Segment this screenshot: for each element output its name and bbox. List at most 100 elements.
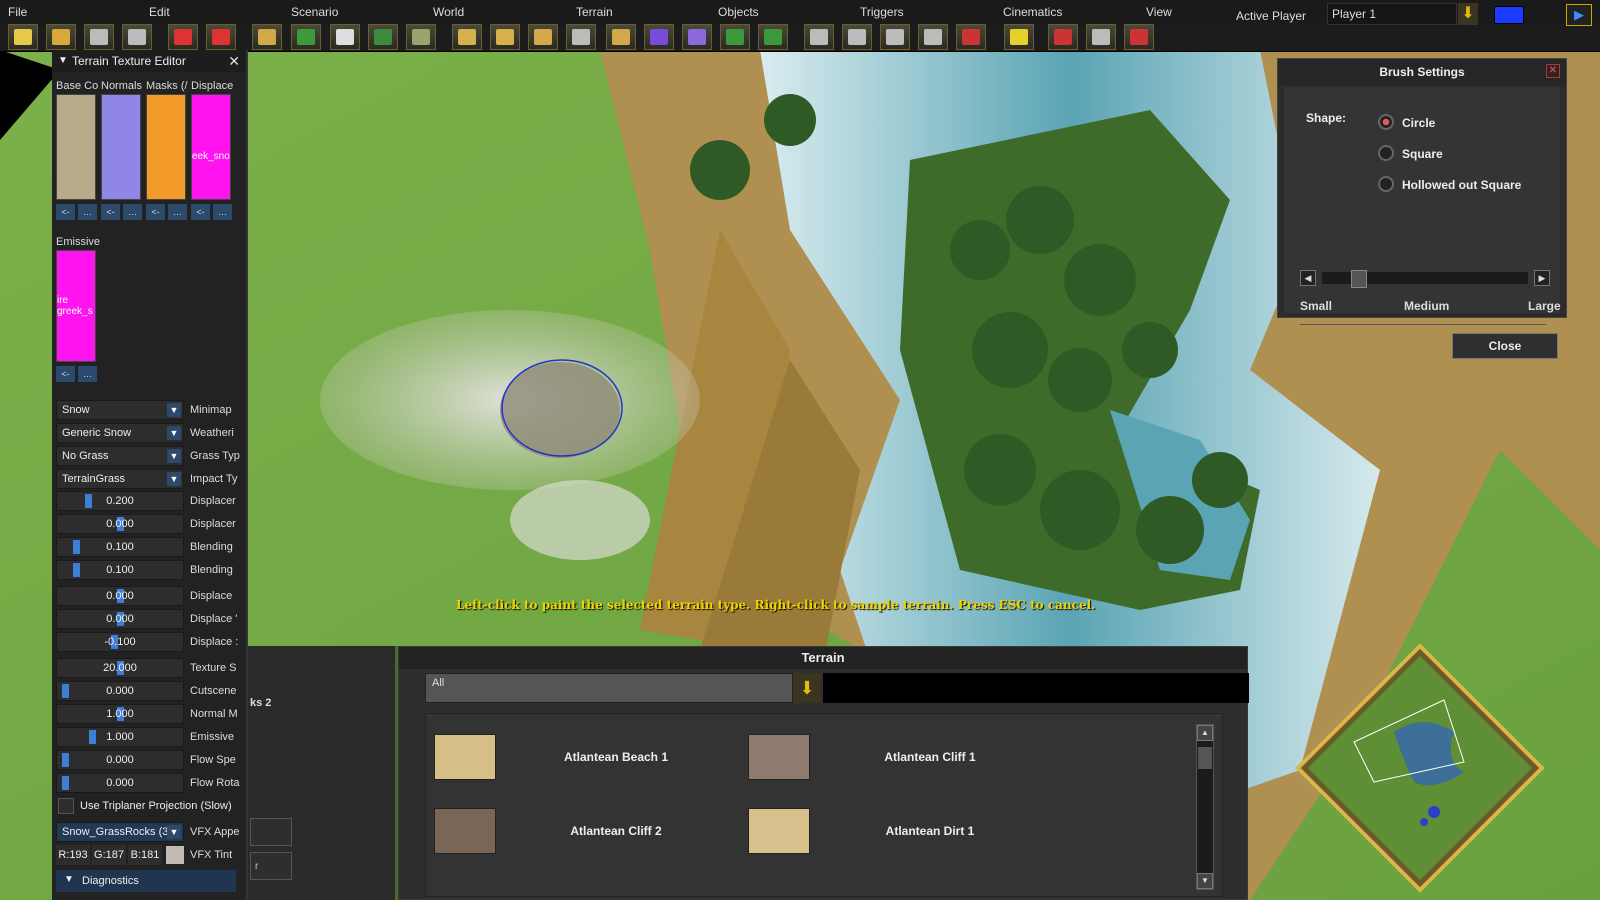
- triplanar-checkbox-row[interactable]: Use Triplaner Projection (Slow): [56, 796, 241, 816]
- terrain-item[interactable]: Atlantean Cliff 1: [740, 730, 1040, 780]
- scroll-up-icon[interactable]: ▲: [1197, 725, 1213, 741]
- raise-terrain-icon[interactable]: [291, 24, 321, 50]
- browse-icon[interactable]: …: [78, 366, 97, 382]
- road-icon[interactable]: [644, 24, 674, 50]
- light-bulb-icon[interactable]: [1004, 24, 1034, 50]
- background-button[interactable]: r: [250, 852, 292, 880]
- property-slider[interactable]: 0.100: [56, 537, 184, 557]
- forest-icon[interactable]: [682, 24, 712, 50]
- flag-icon[interactable]: [1124, 24, 1154, 50]
- property-slider[interactable]: 0.000: [56, 681, 184, 701]
- assign-arrow-icon[interactable]: <-: [56, 204, 75, 220]
- property-slider[interactable]: 1.000: [56, 727, 184, 747]
- new-file-icon[interactable]: [8, 24, 38, 50]
- browse-icon[interactable]: …: [213, 204, 232, 220]
- property-select[interactable]: TerrainGrass ▼: [56, 469, 184, 489]
- player-color-swatch[interactable]: [1494, 6, 1524, 24]
- property-slider[interactable]: 0.100: [56, 560, 184, 580]
- texture-swatch[interactable]: [146, 94, 186, 200]
- assign-arrow-icon[interactable]: <-: [101, 204, 120, 220]
- menu-file[interactable]: File: [8, 0, 27, 22]
- smooth-icon[interactable]: [330, 24, 360, 50]
- tree-icon[interactable]: [758, 24, 788, 50]
- property-select[interactable]: Snow ▼: [56, 400, 184, 420]
- trigger-icon[interactable]: [880, 24, 910, 50]
- menu-scenario[interactable]: Scenario: [291, 0, 338, 22]
- paint-terrain-icon[interactable]: [528, 24, 558, 50]
- menu-world[interactable]: World: [433, 0, 464, 22]
- scroll-thumb[interactable]: [1198, 747, 1212, 769]
- texture-swatch[interactable]: [101, 94, 141, 200]
- property-slider[interactable]: -0.100: [56, 632, 184, 652]
- copy-icon[interactable]: [452, 24, 482, 50]
- close-icon[interactable]: ✕: [228, 50, 240, 72]
- slider-knob[interactable]: [73, 540, 80, 554]
- mix-icon[interactable]: [566, 24, 596, 50]
- remove-icon[interactable]: [956, 24, 986, 50]
- checkbox-icon[interactable]: [58, 798, 74, 814]
- open-folder-icon[interactable]: [46, 24, 76, 50]
- menu-view[interactable]: View: [1146, 0, 1172, 22]
- property-slider[interactable]: 1.000: [56, 704, 184, 724]
- menu-triggers[interactable]: Triggers: [860, 0, 904, 22]
- camera-icon[interactable]: [918, 24, 948, 50]
- emissive-swatch[interactable]: ire greek_s: [56, 250, 96, 362]
- texture-swatch[interactable]: [56, 94, 96, 200]
- brush-size-slider[interactable]: ◀ ▶: [1300, 270, 1550, 288]
- property-select[interactable]: No Grass ▼: [56, 446, 184, 466]
- slider-knob[interactable]: [1351, 270, 1367, 288]
- player-dropdown-arrow-icon[interactable]: ⬇: [1458, 3, 1478, 25]
- property-slider[interactable]: 0.000: [56, 773, 184, 793]
- arrow-right-icon[interactable]: ▶: [1534, 270, 1550, 286]
- vfx-select[interactable]: Snow_GrassRocks (34 ▼: [56, 822, 184, 842]
- dropdown-arrow-icon[interactable]: ⬇: [793, 673, 821, 703]
- property-slider[interactable]: 0.000: [56, 750, 184, 770]
- terrain-item[interactable]: Atlantean Cliff 2: [426, 804, 726, 854]
- terrain-item[interactable]: Atlantean Beach 1: [426, 730, 726, 780]
- terrain-scrollbar[interactable]: ▲ ▼: [1196, 724, 1214, 890]
- units-icon[interactable]: [804, 24, 834, 50]
- minimap[interactable]: [1294, 642, 1546, 894]
- blend-icon[interactable]: [606, 24, 636, 50]
- property-slider[interactable]: 0.000: [56, 514, 184, 534]
- undo-arrow-icon[interactable]: [168, 24, 198, 50]
- water-icon[interactable]: [368, 24, 398, 50]
- group-icon[interactable]: [842, 24, 872, 50]
- browse-icon[interactable]: …: [123, 204, 142, 220]
- assign-arrow-icon[interactable]: <-: [56, 366, 75, 382]
- save-icon[interactable]: [84, 24, 114, 50]
- property-select[interactable]: Generic Snow ▼: [56, 423, 184, 443]
- object-place-icon[interactable]: [720, 24, 750, 50]
- menu-terrain[interactable]: Terrain: [576, 0, 613, 22]
- diagnostics-section[interactable]: ▼ Diagnostics: [56, 870, 236, 892]
- close-icon[interactable]: ✕: [1546, 64, 1560, 78]
- play-button[interactable]: ▶: [1566, 4, 1592, 26]
- menu-objects[interactable]: Objects: [718, 0, 759, 22]
- property-slider[interactable]: 0.000: [56, 609, 184, 629]
- slider-knob[interactable]: [89, 730, 96, 744]
- slider-knob[interactable]: [62, 684, 69, 698]
- arrow-left-icon[interactable]: ◀: [1300, 270, 1316, 286]
- paint-brush-icon[interactable]: [252, 24, 282, 50]
- save-as-icon[interactable]: [122, 24, 152, 50]
- texture-swatch[interactable]: eek_sno: [191, 94, 231, 200]
- player-select[interactable]: Player 1: [1327, 3, 1457, 25]
- property-slider[interactable]: 0.200: [56, 491, 184, 511]
- browse-icon[interactable]: …: [168, 204, 187, 220]
- property-slider[interactable]: 0.000: [56, 586, 184, 606]
- tint-g[interactable]: G:187: [92, 845, 126, 865]
- browse-icon[interactable]: …: [78, 204, 97, 220]
- property-slider[interactable]: 20.000: [56, 658, 184, 678]
- cliff-icon[interactable]: [406, 24, 436, 50]
- cinematic-camera-icon[interactable]: [1086, 24, 1116, 50]
- slider-knob[interactable]: [62, 753, 69, 767]
- assign-arrow-icon[interactable]: <-: [191, 204, 210, 220]
- scroll-down-icon[interactable]: ▼: [1197, 873, 1213, 889]
- target-icon[interactable]: [1048, 24, 1078, 50]
- slider-knob[interactable]: [62, 776, 69, 790]
- menu-cinematics[interactable]: Cinematics: [1003, 0, 1062, 22]
- tint-color-swatch[interactable]: [166, 846, 184, 864]
- texture-editor-titlebar[interactable]: ▼ Terrain Texture Editor ✕: [52, 50, 246, 72]
- tint-r[interactable]: R:193: [56, 845, 90, 865]
- background-button[interactable]: [250, 818, 292, 846]
